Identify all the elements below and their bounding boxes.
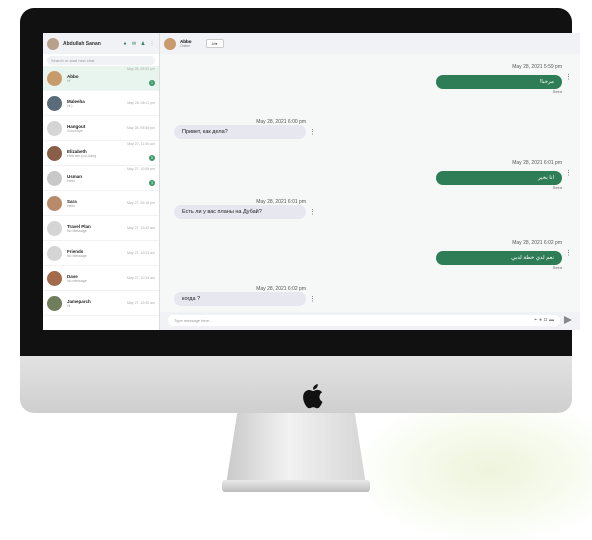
- contact-item[interactable]: Abbo Hi May 28, 05:52 pm 1: [43, 66, 159, 91]
- chevron-down-icon: ▾: [215, 41, 218, 46]
- contact-item-preview: Good Bye: [67, 128, 83, 133]
- contact-item[interactable]: Jameparch Hi May 27, 10:00 am: [43, 291, 159, 316]
- send-icon[interactable]: [564, 316, 572, 324]
- message-bubble[interactable]: Есть ли у вас планы на Дубай?: [174, 205, 306, 219]
- keyboard-icon[interactable]: ▬: [549, 317, 556, 323]
- new-chat-icon[interactable]: ✉: [131, 41, 137, 47]
- contact-item[interactable]: Usman Hello May 27, 10:58 pm 3: [43, 166, 159, 191]
- chat-app-screen: Abdullah Sanan ● ✉ ♟ ⋮ Search or start n…: [43, 33, 580, 330]
- contact-item[interactable]: Travel Plan No Message May 27, 10:32 am: [43, 216, 159, 241]
- contact-item-preview: Hi:): [67, 103, 73, 108]
- outgoing-message: May 28, 2021 6:01 pm انا بخير ⋮ Seen: [436, 160, 572, 190]
- contact-item-time: May 28, 05:52 pm: [126, 67, 155, 71]
- chat-header: Abbo Online All ▾: [160, 33, 580, 54]
- message-options-icon[interactable]: ⋮: [565, 250, 572, 257]
- monitor-chin: [20, 356, 572, 413]
- composer: Type message here... ⌖●◘▬: [160, 312, 580, 330]
- contact-avatar: [47, 170, 62, 186]
- contact-avatar: [47, 220, 62, 236]
- message-area[interactable]: May 28, 2021 5:59 pm مرحبا! ⋮ Seen May 28, 2…: [160, 54, 580, 312]
- sidebar: Abdullah Sanan ● ✉ ♟ ⋮ Search or start n…: [43, 33, 160, 330]
- contact-item-time: May 27, 10:32 am: [126, 226, 155, 230]
- incoming-message: May 28, 2021 6:00 pm Привет, как дела? ⋮: [174, 119, 316, 139]
- composer-icons: ⌖●◘▬: [534, 317, 556, 323]
- contact-item-preview: Hi: [67, 78, 71, 83]
- message-time: May 28, 2021 5:59 pm: [512, 64, 562, 70]
- contact-item-time: May 28, 06:11 pm: [127, 101, 155, 105]
- message-time: May 28, 2021 6:01 pm: [512, 160, 562, 166]
- chat-panel: Abbo Online All ▾ May 28, 2021 5:59 pm مرح…: [160, 33, 580, 330]
- message-options-icon[interactable]: ⋮: [309, 296, 316, 303]
- contact-item-time: May 27, 10:34 am: [126, 276, 155, 280]
- sidebar-header: Abdullah Sanan ● ✉ ♟ ⋮: [43, 33, 159, 54]
- message-bubble[interactable]: انا بخير: [436, 171, 562, 185]
- contact-avatar: [47, 145, 62, 161]
- incoming-message: May 28, 2021 6:01 pm Есть ли у вас планы …: [174, 199, 316, 219]
- contact-item-preview: Hi: [67, 303, 71, 308]
- contact-item-preview: No message: [67, 278, 87, 283]
- message-time: May 28, 2021 6:02 pm: [512, 240, 562, 246]
- user-name: Abdullah Sanan: [63, 40, 101, 47]
- contact-status: Online: [180, 44, 191, 48]
- contact-item-time: May 27, 11:56 am: [127, 142, 155, 146]
- message-options-icon[interactable]: ⋮: [565, 74, 572, 81]
- contact-item[interactable]: Elizabeth How are you doing May 27, 11:56 …: [43, 141, 159, 166]
- contact-list: Abbo Hi May 28, 05:52 pm 1 Maleeha Hi:) May 28…: [43, 66, 159, 330]
- contact-item[interactable]: Friends No Message May 27, 10:33 am: [43, 241, 159, 266]
- unread-badge: 1: [149, 80, 155, 86]
- contact-item[interactable]: Dave No message May 27, 10:34 am: [43, 266, 159, 291]
- contact-item-preview: No Message: [67, 228, 87, 233]
- contact-item-preview: No Message: [67, 253, 87, 258]
- contact-item-preview: Hello: [67, 203, 75, 208]
- contact-item-time: May 27, 10:00 am: [126, 301, 155, 305]
- incoming-message: May 28, 2021 6:02 pm когда ? ⋮: [174, 286, 316, 306]
- message-bubble[interactable]: نعم لدي خطة لدبي: [436, 251, 562, 265]
- seen-status: Seen: [552, 185, 562, 190]
- apple-logo-icon: [303, 384, 323, 409]
- background-decoration: [360, 400, 592, 540]
- seen-status: Seen: [552, 89, 562, 94]
- contact-avatar: [47, 195, 62, 211]
- message-input[interactable]: Type message here...: [168, 315, 560, 326]
- contact-avatar: [47, 95, 62, 111]
- contact-item[interactable]: Sara Hello May 27, 09:15 pm: [43, 191, 159, 216]
- message-options-icon[interactable]: ⋮: [309, 129, 316, 136]
- contact-item-preview: Hello: [67, 178, 75, 183]
- contacts-icon[interactable]: ♟: [140, 41, 146, 47]
- contact-item-time: May 27, 10:58 pm: [126, 167, 155, 171]
- unread-badge: 3: [149, 180, 155, 186]
- monitor-stand-base: [222, 480, 370, 492]
- outgoing-message: May 28, 2021 5:59 pm مرحبا! ⋮ Seen: [436, 64, 572, 94]
- contact-avatar: [47, 295, 62, 311]
- status-icon[interactable]: ●: [122, 41, 128, 47]
- monitor-stand: [226, 413, 366, 485]
- contact-item[interactable]: Hangout Good Bye May 28, 05:58 pm: [43, 116, 159, 141]
- contact-item-time: May 28, 05:58 pm: [126, 126, 155, 130]
- message-bubble[interactable]: когда ?: [174, 292, 306, 306]
- message-bubble[interactable]: مرحبا!: [436, 75, 562, 89]
- user-avatar[interactable]: [47, 37, 59, 50]
- contact-avatar: [47, 245, 62, 261]
- contact-avatar[interactable]: [164, 37, 176, 50]
- contact-item-preview: How are you doing: [67, 153, 97, 158]
- seen-status: Seen: [552, 265, 562, 270]
- contact-item-time: May 27, 09:15 pm: [126, 201, 155, 205]
- unread-badge: 5: [149, 155, 155, 161]
- contact-avatar: [47, 70, 62, 86]
- contact-item-time: May 27, 10:33 am: [126, 251, 155, 255]
- contact-item[interactable]: Maleeha Hi:) May 28, 06:11 pm: [43, 91, 159, 116]
- menu-icon[interactable]: ⋮: [149, 41, 155, 47]
- search-input[interactable]: Search or start new chat: [47, 56, 155, 65]
- message-options-icon[interactable]: ⋮: [309, 209, 316, 216]
- message-options-icon[interactable]: ⋮: [565, 170, 572, 177]
- outgoing-message: May 28, 2021 6:02 pm نعم لدي خطة لدبي ⋮ See…: [436, 240, 572, 270]
- language-select[interactable]: All ▾: [205, 39, 224, 48]
- contact-avatar: [47, 270, 62, 286]
- contact-avatar: [47, 120, 62, 136]
- message-bubble[interactable]: Привет, как дела?: [174, 125, 306, 139]
